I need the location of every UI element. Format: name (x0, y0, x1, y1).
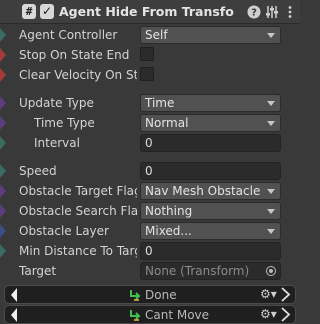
component-header: # ✓ Agent Hide From Transfo ? (0, 0, 300, 24)
transition-icon (130, 310, 141, 321)
speed-label: Speed (19, 164, 57, 178)
chevron-down-icon (267, 101, 275, 106)
preset-icon[interactable] (264, 4, 280, 20)
time-type-dropdown[interactable]: Normal (140, 114, 281, 132)
float-variable-marker (0, 244, 6, 258)
min-distance-input[interactable]: 0 (140, 242, 281, 260)
enum-variable-marker (0, 184, 6, 198)
min-distance-row: Min Distance To Targ 0 (0, 241, 300, 261)
target-label: Target (19, 264, 57, 278)
time-type-value: Normal (145, 116, 189, 130)
svg-text:?: ? (251, 8, 257, 19)
chevron-down-icon (267, 189, 275, 194)
chevron-right-icon[interactable] (280, 307, 292, 322)
target-object-field[interactable]: None (Transform) (140, 262, 281, 280)
transition-cant-move[interactable]: Cant Move ⚙▾ (4, 305, 296, 324)
chevron-right-icon[interactable] (280, 287, 292, 302)
object-picker-icon[interactable] (266, 266, 276, 276)
chevron-down-icon (267, 121, 275, 126)
stop-on-state-end-checkbox[interactable] (140, 47, 154, 61)
obstacle-layer-value: Mixed... (145, 224, 192, 238)
agent-controller-row: Agent Controller Self (0, 25, 300, 45)
transition-icon (130, 290, 141, 301)
gear-icon[interactable]: ⚙▾ (260, 286, 277, 302)
update-type-dropdown[interactable]: Time (140, 94, 281, 112)
update-type-label: Update Type (19, 96, 94, 110)
agent-controller-dropdown[interactable]: Self (140, 26, 281, 44)
obstacle-layer-label: Obstacle Layer (19, 224, 109, 238)
obstacle-search-flags-label: Obstacle Search Flag (19, 204, 137, 218)
interval-row: Interval 0 (0, 133, 300, 153)
update-type-value: Time (145, 96, 175, 110)
component-title: Agent Hide From Transfo (59, 4, 234, 19)
enum-variable-marker (0, 116, 6, 130)
obstacle-target-flags-dropdown[interactable]: Nav Mesh Obstacle (140, 182, 281, 200)
obstacle-search-flags-value: Nothing (145, 204, 193, 218)
help-icon[interactable]: ? (246, 4, 262, 20)
obstacle-search-flags-row: Obstacle Search Flag Nothing (0, 201, 300, 221)
float-variable-marker (0, 136, 6, 150)
target-value: None (Transform) (145, 264, 250, 278)
obstacle-search-flags-dropdown[interactable]: Nothing (140, 202, 281, 220)
target-row: Target None (Transform) (0, 261, 300, 281)
speed-input[interactable]: 0 (140, 162, 281, 180)
interval-label: Interval (34, 136, 80, 150)
time-type-row: Time Type Normal (0, 113, 300, 133)
script-icon: # (22, 4, 36, 19)
transition-arrow-icon (11, 308, 17, 322)
obstacle-target-flags-value: Nav Mesh Obstacle (145, 184, 261, 198)
clear-velocity-row: Clear Velocity On Sto (0, 65, 300, 85)
clear-velocity-checkbox[interactable] (140, 67, 154, 81)
clear-velocity-label: Clear Velocity On Sto (19, 68, 137, 82)
transition-done[interactable]: Done ⚙▾ (4, 285, 296, 304)
transition-cant-move-label: Cant Move (145, 308, 210, 322)
obstacle-target-flags-label: Obstacle Target Flag: (19, 184, 137, 198)
menu-icon[interactable] (282, 4, 298, 20)
update-type-row: Update Type Time (0, 93, 300, 113)
agent-controller-label: Agent Controller (19, 28, 118, 42)
speed-row: Speed 0 (0, 161, 300, 181)
bool-variable-marker (0, 48, 6, 62)
stop-on-state-end-label: Stop On State End (19, 48, 130, 62)
time-type-label: Time Type (34, 116, 95, 130)
enum-variable-marker (0, 204, 6, 218)
min-distance-label: Min Distance To Targ (19, 244, 137, 258)
float-variable-marker (0, 164, 6, 178)
chevron-down-icon (267, 209, 275, 214)
chevron-down-icon (267, 33, 275, 38)
obstacle-layer-dropdown[interactable]: Mixed... (140, 222, 281, 240)
agent-controller-value: Self (145, 28, 168, 42)
enum-variable-marker (0, 96, 6, 110)
enabled-checkbox[interactable]: ✓ (40, 4, 54, 19)
bool-variable-marker (0, 68, 6, 82)
obstacle-target-flags-row: Obstacle Target Flag: Nav Mesh Obstacle (0, 181, 300, 201)
stop-on-state-end-row: Stop On State End (0, 45, 300, 65)
gear-icon[interactable]: ⚙▾ (260, 306, 277, 322)
chevron-down-icon (267, 229, 275, 234)
transition-done-label: Done (145, 288, 177, 302)
shared-variable-marker (0, 28, 6, 42)
interval-input[interactable]: 0 (140, 134, 281, 152)
layermask-variable-marker (0, 224, 6, 238)
obstacle-layer-row: Obstacle Layer Mixed... (0, 221, 300, 241)
transition-arrow-icon (11, 288, 17, 302)
